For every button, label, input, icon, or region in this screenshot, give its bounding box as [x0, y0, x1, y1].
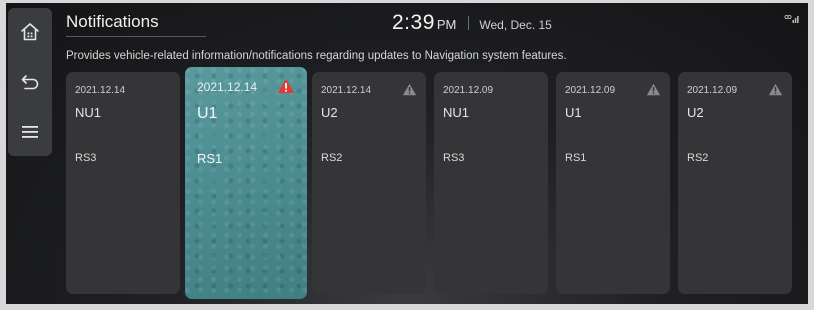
- warning-icon: [402, 83, 417, 96]
- card-type: NU1: [443, 105, 470, 120]
- notification-card[interactable]: 2021.12.14 NU1 RS3: [66, 72, 180, 294]
- card-type: U2: [687, 105, 704, 120]
- menu-button[interactable]: [8, 112, 52, 152]
- clock: 2:39 PM Wed, Dec. 15: [392, 11, 552, 35]
- card-date: 2021.12.09: [443, 85, 494, 96]
- notification-card[interactable]: 2021.12.09 U2 RS2: [678, 72, 792, 294]
- page-description: Provides vehicle-related information/not…: [66, 50, 567, 62]
- clock-date: Wed, Dec. 15: [479, 18, 552, 32]
- card-type: NU1: [75, 105, 102, 120]
- notification-list: 2021.12.14 NU1 RS3 2021.12.14 U1 RS1 202…: [66, 67, 796, 299]
- card-type: U1: [565, 105, 582, 120]
- home-button[interactable]: [8, 12, 52, 52]
- clock-time: 2:39: [392, 11, 435, 34]
- card-date: 2021.12.09: [565, 85, 616, 96]
- card-rs: RS3: [443, 152, 465, 164]
- warning-icon: [277, 79, 295, 93]
- card-date: 2021.12.09: [687, 85, 738, 96]
- card-rs: RS1: [565, 152, 587, 164]
- bezel-left: [0, 0, 6, 310]
- card-date: 2021.12.14: [197, 80, 258, 94]
- side-panel: [8, 8, 52, 156]
- back-button[interactable]: [8, 62, 52, 102]
- signal-status-icon: [784, 14, 800, 23]
- notification-card[interactable]: 2021.12.09 NU1 RS3: [434, 72, 548, 294]
- notification-card[interactable]: 2021.12.14 U2 RS2: [312, 72, 426, 294]
- title-underline: [66, 36, 206, 37]
- card-rs: RS2: [687, 152, 709, 164]
- card-type: U2: [321, 105, 338, 120]
- back-icon: [21, 75, 39, 90]
- bezel-right: [808, 0, 814, 310]
- card-date: 2021.12.14: [75, 85, 126, 96]
- clock-divider: [468, 16, 470, 30]
- bezel-top: [0, 0, 814, 3]
- notification-card-selected[interactable]: 2021.12.14 U1 RS1: [185, 67, 307, 299]
- home-icon: [21, 23, 39, 41]
- page-title: Notifications: [66, 12, 159, 31]
- card-rs: RS1: [197, 151, 223, 166]
- notification-card[interactable]: 2021.12.09 U1 RS1: [556, 72, 670, 294]
- card-rs: RS2: [321, 152, 343, 164]
- card-date: 2021.12.14: [321, 85, 372, 96]
- warning-icon: [646, 83, 661, 96]
- screen: Notifications 2:39 PM Wed, Dec. 15 Provi…: [0, 0, 814, 310]
- bezel-bottom: [0, 304, 814, 310]
- connectivity-icon: [784, 14, 799, 23]
- menu-icon: [22, 126, 38, 138]
- card-rs: RS3: [75, 152, 97, 164]
- warning-icon: [768, 83, 783, 96]
- card-type: U1: [197, 105, 218, 122]
- clock-ampm: PM: [436, 17, 457, 32]
